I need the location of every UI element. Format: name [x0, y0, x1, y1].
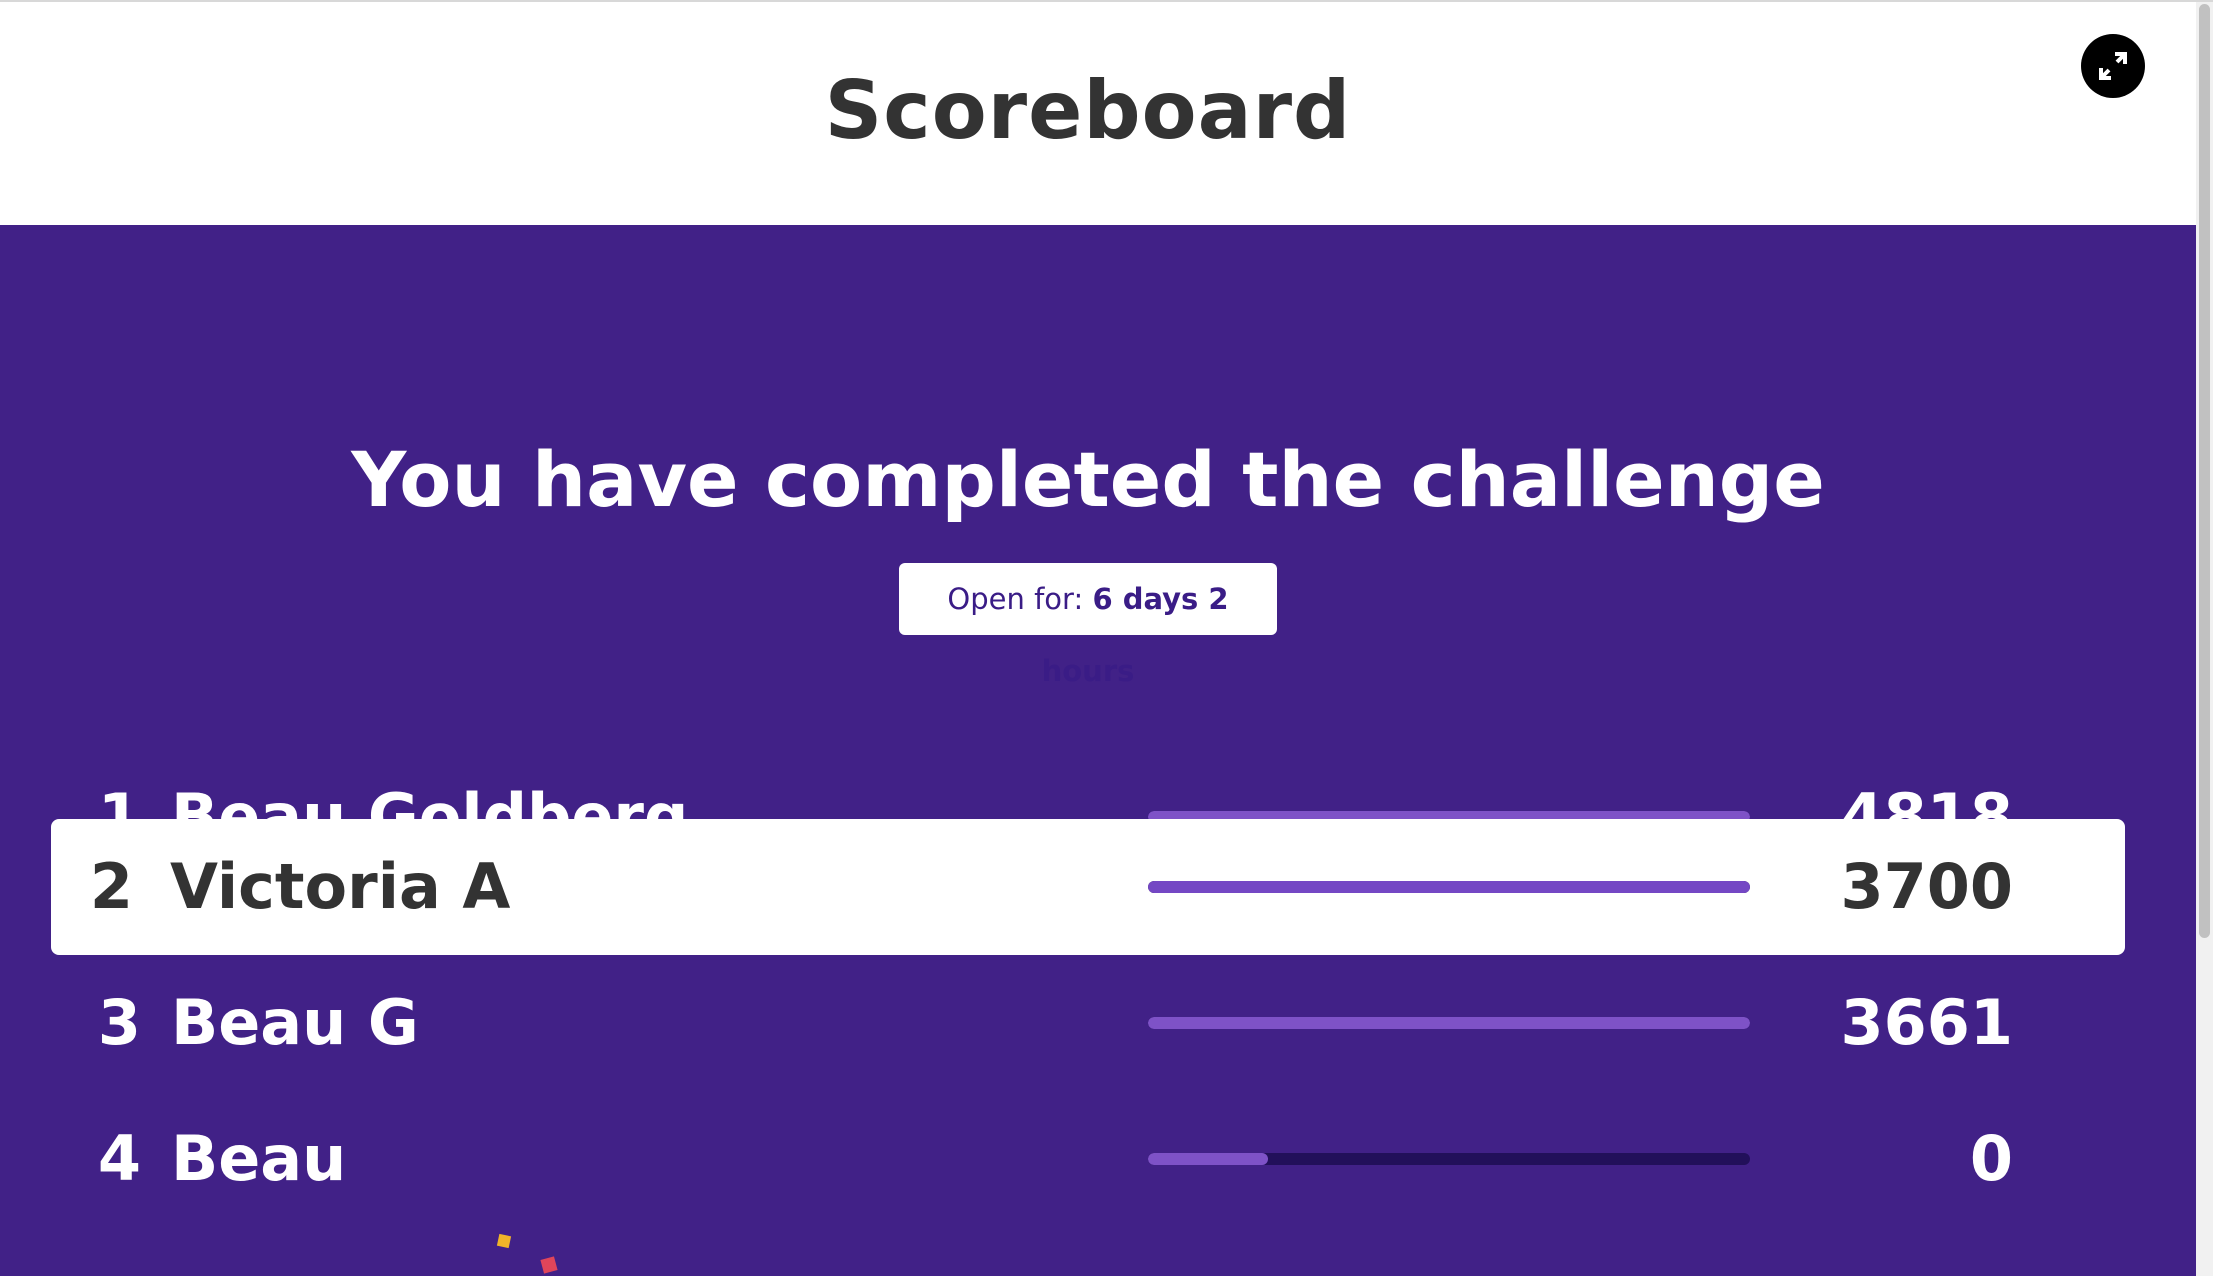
confetti-piece: [496, 1233, 512, 1249]
leaderboard-row-current-user: 2 Victoria A 3700: [51, 819, 2125, 955]
player-name: Beau G: [171, 986, 419, 1059]
expand-icon: [2099, 52, 2127, 80]
fullscreen-button[interactable]: [2081, 34, 2145, 98]
leaderboard-row: 3 Beau G 3661: [51, 955, 2125, 1091]
open-for-label: Open for:: [947, 582, 1084, 616]
confetti-piece: [540, 1256, 558, 1274]
page-title: Scoreboard: [824, 64, 1352, 157]
score-bar-track: [1148, 881, 1750, 893]
player-rank: 3: [97, 986, 141, 1059]
scoreboard-page: Scoreboard You have completed the challe…: [0, 0, 2213, 1276]
player-name: Victoria A: [170, 850, 511, 923]
scrollbar-thumb[interactable]: [2199, 4, 2210, 938]
score-bar-track: [1148, 1153, 1750, 1165]
player-rank: 2: [89, 850, 133, 923]
player-score: 3661: [1840, 986, 2013, 1059]
vertical-scrollbar[interactable]: [2196, 2, 2213, 1276]
scoreboard-panel: You have completed the challenge Open fo…: [0, 225, 2196, 1276]
player-rank: 4: [97, 1122, 141, 1195]
score-bar-track: [1148, 1017, 1750, 1029]
scoreboard-header: Scoreboard: [0, 2, 2196, 225]
open-for-badge: Open for: 6 days 2 hours: [899, 563, 1277, 688]
completion-headline: You have completed the challenge: [351, 435, 1825, 524]
score-bar-fill: [1148, 1017, 1750, 1029]
score-bar-fill: [1148, 1153, 1269, 1165]
player-score: 0: [1969, 1122, 2013, 1195]
player-score: 3700: [1840, 850, 2013, 923]
leaderboard-row: 4 Beau 0: [51, 1091, 2125, 1227]
score-bar-fill: [1148, 881, 1750, 893]
player-name: Beau: [171, 1122, 347, 1195]
